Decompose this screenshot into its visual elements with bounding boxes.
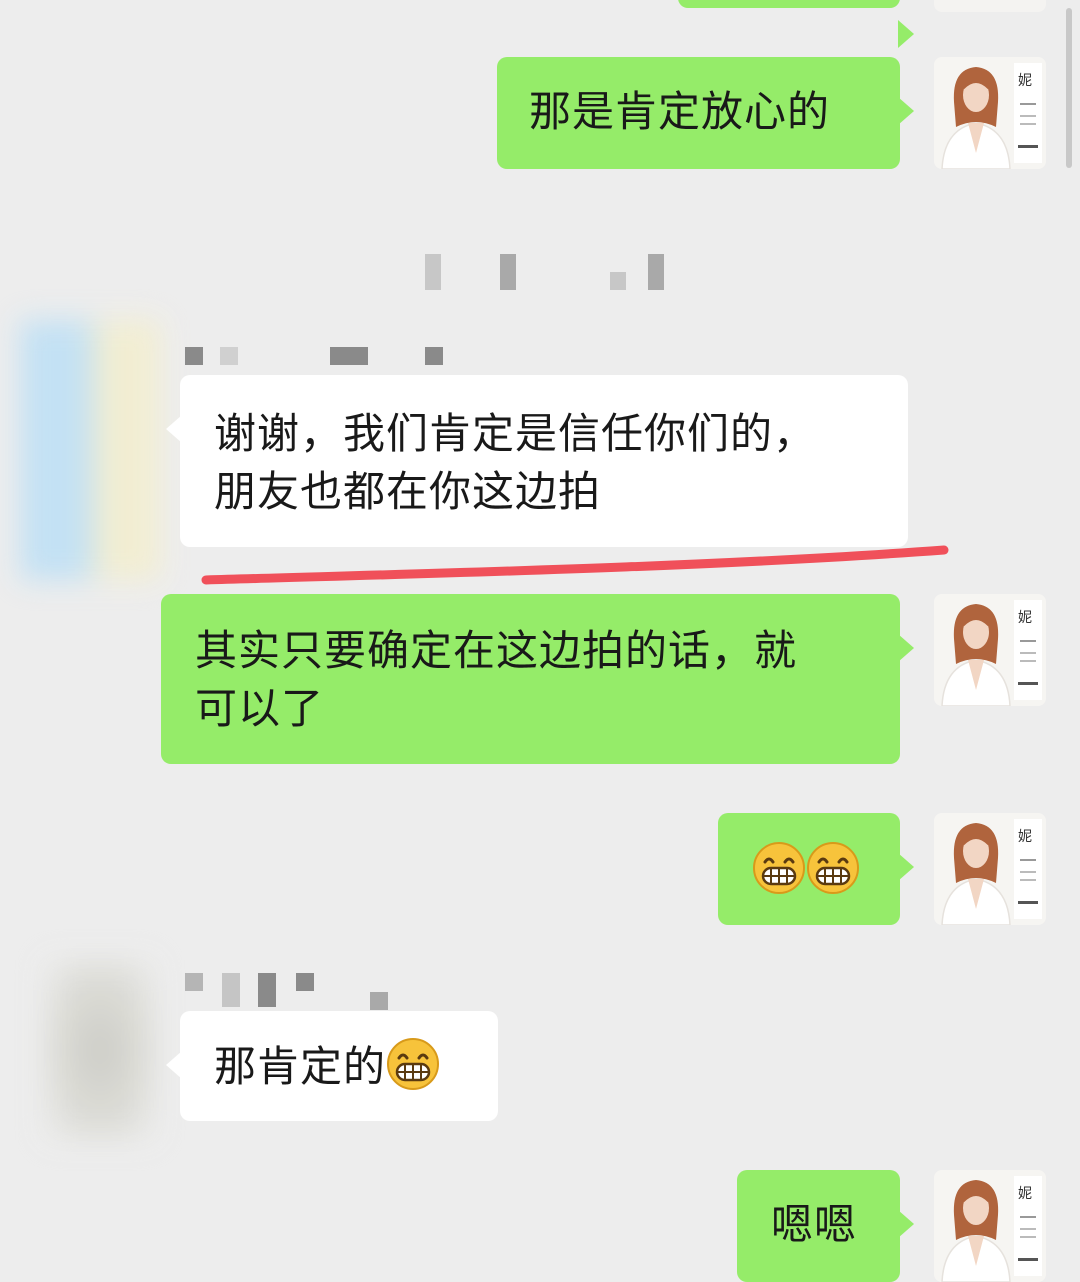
- svg-text:妮: 妮: [1018, 1186, 1032, 1202]
- red-underline-annotation: [201, 545, 949, 585]
- svg-text:妮: 妮: [1018, 610, 1032, 626]
- message-text-1: 那是肯定放心的: [529, 87, 831, 136]
- message-text-3-line2: 可以了: [195, 684, 325, 733]
- contact-avatar-blurred[interactable]: [20, 320, 160, 580]
- message-bubble-2[interactable]: 谢谢，我们肯定是信任你们的， 朋友也都在你这边拍: [166, 375, 908, 547]
- grinning-face-emoji: [806, 841, 860, 895]
- self-avatar[interactable]: 妮: [934, 594, 1046, 706]
- self-avatar[interactable]: 妮: [934, 57, 1046, 169]
- contact-avatar-blurred[interactable]: [45, 960, 155, 1140]
- message-text-5: 那肯定的: [214, 1042, 387, 1091]
- partial-message-bubble[interactable]: [678, 0, 914, 48]
- grinning-face-emoji: [386, 1037, 440, 1091]
- avatar-top-partial[interactable]: [934, 0, 1046, 12]
- message-bubble-1[interactable]: 那是肯定放心的: [497, 57, 914, 169]
- message-text-2-line1: 谢谢，我们肯定是信任你们的，: [214, 409, 817, 458]
- svg-text:妮: 妮: [1018, 73, 1032, 89]
- timestamp-redacted: [420, 254, 680, 294]
- message-bubble-3[interactable]: 其实只要确定在这边拍的话，就 可以了: [161, 594, 914, 764]
- message-bubble-6[interactable]: 嗯嗯: [737, 1170, 914, 1282]
- message-bubble-4[interactable]: [718, 813, 914, 925]
- sender-name-redacted: [180, 970, 400, 1014]
- svg-text:妮: 妮: [1018, 829, 1032, 845]
- scrollbar[interactable]: [1066, 8, 1072, 168]
- message-bubble-5[interactable]: 那肯定的: [166, 1011, 498, 1121]
- message-text-2-line2: 朋友也都在你这边拍: [214, 467, 602, 516]
- chat-area[interactable]: 那是肯定放心的 妮 谢谢，我们肯定是信任你们的， 朋友也都在你这边拍 其实只要确…: [0, 0, 1080, 1282]
- self-avatar[interactable]: 妮: [934, 813, 1046, 925]
- self-avatar[interactable]: 妮: [934, 1170, 1046, 1282]
- message-text-6: 嗯嗯: [771, 1200, 858, 1249]
- message-text-3-line1: 其实只要确定在这边拍的话，就: [195, 626, 798, 675]
- grinning-face-emoji: [752, 841, 806, 895]
